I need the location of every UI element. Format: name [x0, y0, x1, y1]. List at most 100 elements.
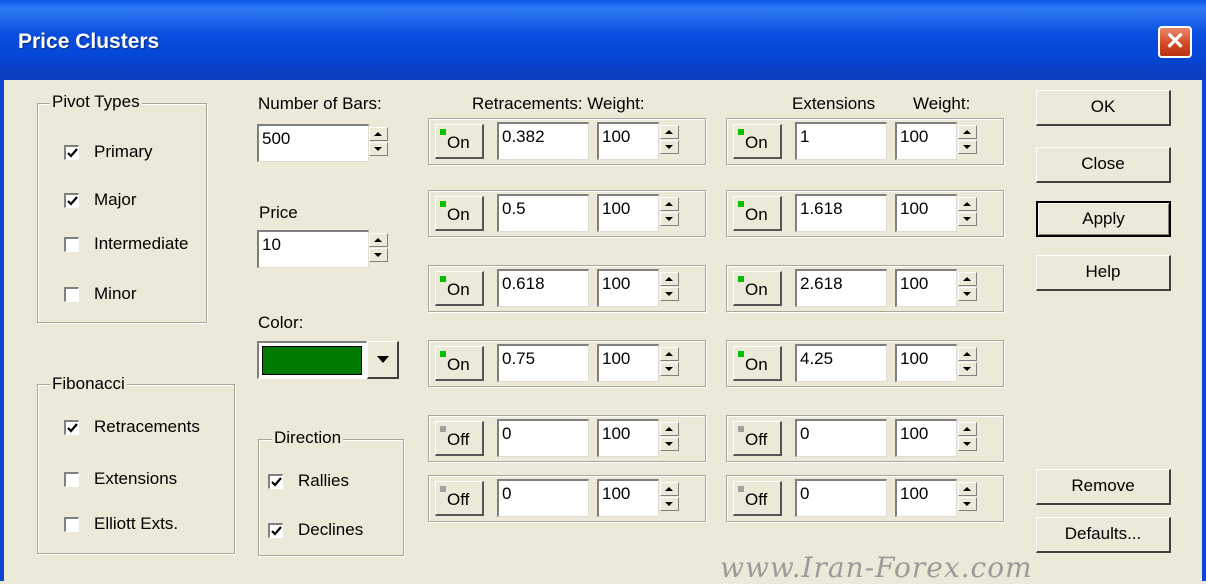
- spin-down-icon[interactable]: [369, 248, 388, 262]
- extensions-level-input[interactable]: 1.618: [795, 194, 887, 232]
- checkbox-icon[interactable]: [64, 420, 79, 435]
- spin-down-icon[interactable]: [660, 212, 679, 226]
- extensions-weight-input[interactable]: 100: [895, 269, 957, 307]
- extensions-weight-spinner[interactable]: [958, 347, 977, 379]
- spin-down-icon[interactable]: [660, 497, 679, 511]
- spin-down-icon[interactable]: [369, 142, 388, 156]
- extensions-level-input[interactable]: 0: [795, 479, 887, 517]
- extensions-toggle-button[interactable]: On: [733, 271, 782, 306]
- retracements-toggle-button[interactable]: On: [435, 346, 484, 381]
- apply-button[interactable]: Apply: [1036, 201, 1171, 237]
- spin-down-icon[interactable]: [958, 287, 977, 301]
- spin-up-icon[interactable]: [369, 127, 388, 141]
- spin-up-icon[interactable]: [958, 125, 977, 139]
- spin-down-icon[interactable]: [660, 287, 679, 301]
- retracements-weight-spinner[interactable]: [660, 422, 679, 454]
- spin-down-icon[interactable]: [958, 497, 977, 511]
- retracements-toggle-button[interactable]: Off: [435, 421, 484, 456]
- spin-up-icon[interactable]: [369, 233, 388, 247]
- color-select[interactable]: [257, 341, 367, 379]
- remove-button[interactable]: Remove: [1036, 469, 1171, 505]
- extensions-weight-input[interactable]: 100: [895, 479, 957, 517]
- toggle-label: On: [447, 133, 470, 152]
- checkbox-icon[interactable]: [268, 523, 283, 538]
- extensions-weight-spinner[interactable]: [958, 197, 977, 229]
- retracements-toggle-button[interactable]: On: [435, 271, 484, 306]
- spin-up-icon[interactable]: [660, 272, 679, 286]
- extensions-toggle-button[interactable]: On: [733, 124, 782, 159]
- help-button[interactable]: Help: [1036, 255, 1171, 291]
- spin-up-icon[interactable]: [958, 272, 977, 286]
- spin-up-icon[interactable]: [958, 197, 977, 211]
- extensions-weight-spinner[interactable]: [958, 272, 977, 304]
- price-spinner[interactable]: [369, 233, 388, 265]
- retracements-weight-input[interactable]: 100: [597, 269, 659, 307]
- retracements-weight-spinner[interactable]: [660, 482, 679, 514]
- extensions-weight-spinner[interactable]: [958, 125, 977, 157]
- price-input[interactable]: 10: [257, 230, 369, 268]
- extensions-weight-spinner[interactable]: [958, 482, 977, 514]
- checkbox-icon[interactable]: [64, 237, 79, 252]
- defaults-button[interactable]: Defaults...: [1036, 517, 1171, 553]
- retracements-level-input[interactable]: 0.75: [497, 344, 589, 382]
- retracements-toggle-button[interactable]: On: [435, 124, 484, 159]
- spin-down-icon[interactable]: [958, 362, 977, 376]
- spin-up-icon[interactable]: [660, 347, 679, 361]
- spin-up-icon[interactable]: [958, 347, 977, 361]
- checkbox-icon[interactable]: [64, 287, 79, 302]
- spin-up-icon[interactable]: [660, 422, 679, 436]
- number-of-bars-spinner[interactable]: [369, 127, 388, 159]
- retracements-weight-input[interactable]: 100: [597, 194, 659, 232]
- extensions-level-input[interactable]: 4.25: [795, 344, 887, 382]
- retracements-weight-input[interactable]: 100: [597, 479, 659, 517]
- checkbox-icon[interactable]: [64, 193, 79, 208]
- retracements-toggle-button[interactable]: Off: [435, 481, 484, 516]
- extensions-weight-spinner[interactable]: [958, 422, 977, 454]
- color-dropdown-button[interactable]: [367, 341, 399, 379]
- extensions-weight-input[interactable]: 100: [895, 194, 957, 232]
- title-bar[interactable]: Price Clusters ✕: [0, 0, 1206, 80]
- extensions-toggle-button[interactable]: Off: [733, 421, 782, 456]
- number-of-bars-input[interactable]: 500: [257, 124, 369, 162]
- retracements-level-input[interactable]: 0.382: [497, 122, 589, 160]
- extensions-level-input[interactable]: 2.618: [795, 269, 887, 307]
- retracements-weight-spinner[interactable]: [660, 272, 679, 304]
- extensions-toggle-button[interactable]: On: [733, 346, 782, 381]
- checkbox-icon[interactable]: [64, 517, 79, 532]
- retracements-weight-input[interactable]: 100: [597, 419, 659, 457]
- checkbox-icon[interactable]: [64, 472, 79, 487]
- spin-up-icon[interactable]: [660, 482, 679, 496]
- retracements-weight-input[interactable]: 100: [597, 122, 659, 160]
- spin-down-icon[interactable]: [958, 140, 977, 154]
- extensions-level-input[interactable]: 0: [795, 419, 887, 457]
- retracements-toggle-button[interactable]: On: [435, 196, 484, 231]
- spin-down-icon[interactable]: [660, 362, 679, 376]
- spin-up-icon[interactable]: [660, 197, 679, 211]
- close-window-button[interactable]: ✕: [1158, 26, 1192, 58]
- spin-down-icon[interactable]: [660, 140, 679, 154]
- spin-down-icon[interactable]: [660, 437, 679, 451]
- retracements-weight-spinner[interactable]: [660, 197, 679, 229]
- extensions-weight-input[interactable]: 100: [895, 344, 957, 382]
- retracements-weight-input[interactable]: 100: [597, 344, 659, 382]
- retracements-weight-spinner[interactable]: [660, 347, 679, 379]
- extensions-weight-input[interactable]: 100: [895, 122, 957, 160]
- retracements-level-input[interactable]: 0: [497, 419, 589, 457]
- spin-up-icon[interactable]: [958, 422, 977, 436]
- retracements-level-input[interactable]: 0: [497, 479, 589, 517]
- extensions-weight-input[interactable]: 100: [895, 419, 957, 457]
- close-button[interactable]: Close: [1036, 147, 1171, 183]
- extensions-toggle-button[interactable]: On: [733, 196, 782, 231]
- ok-button[interactable]: OK: [1036, 90, 1171, 126]
- checkbox-icon[interactable]: [64, 145, 79, 160]
- retracements-level-input[interactable]: 0.618: [497, 269, 589, 307]
- spin-up-icon[interactable]: [660, 125, 679, 139]
- spin-down-icon[interactable]: [958, 437, 977, 451]
- retracements-weight-spinner[interactable]: [660, 125, 679, 157]
- spin-down-icon[interactable]: [958, 212, 977, 226]
- spin-up-icon[interactable]: [958, 482, 977, 496]
- extensions-level-input[interactable]: 1: [795, 122, 887, 160]
- checkbox-icon[interactable]: [268, 474, 283, 489]
- retracements-level-input[interactable]: 0.5: [497, 194, 589, 232]
- extensions-toggle-button[interactable]: Off: [733, 481, 782, 516]
